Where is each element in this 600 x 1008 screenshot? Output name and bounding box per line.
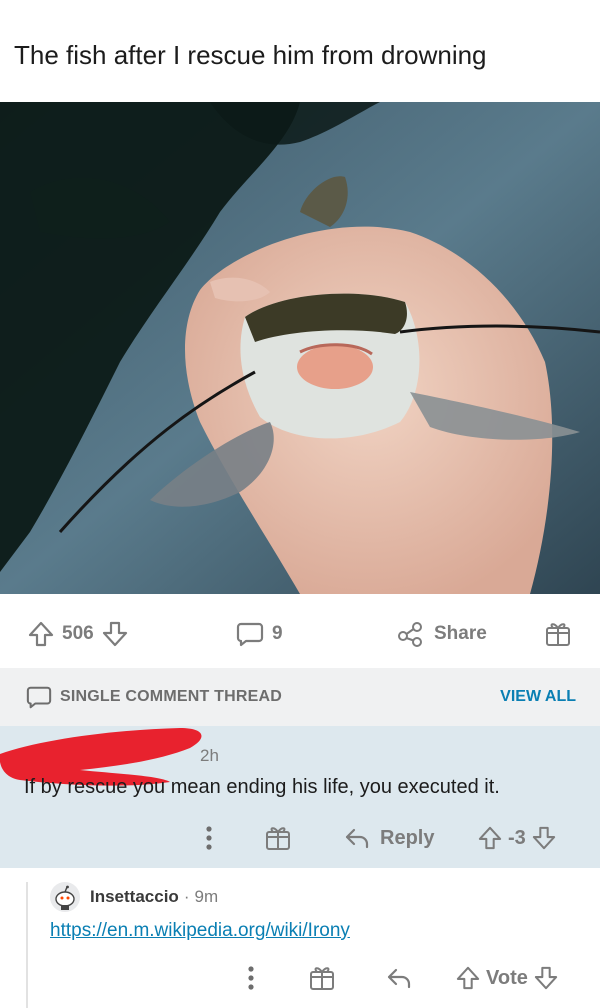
post-action-bar: 506 9 Share [0, 604, 600, 666]
reply-award-button[interactable] [308, 962, 336, 994]
comment-body: If by rescue you mean ending his life, y… [24, 776, 500, 798]
highlighted-comment: 2h If by rescue you mean ending his life… [0, 726, 600, 868]
reply-comment: Insettaccio · 9m https://en.m.wikipedia.… [0, 868, 600, 1008]
post-title: The fish after I rescue him from drownin… [14, 40, 487, 70]
share-button[interactable]: Share [396, 618, 487, 650]
award-icon [266, 827, 290, 850]
share-icon [398, 622, 422, 647]
thread-label-group: SINGLE COMMENT THREAD [26, 684, 282, 710]
share-label: Share [434, 623, 487, 644]
comments-button[interactable]: 9 [236, 618, 283, 650]
downvote-icon[interactable] [102, 620, 128, 648]
comment-vote-group: -3 [478, 822, 556, 854]
meta-separator: · [183, 887, 190, 906]
single-comment-thread-bar: SINGLE COMMENT THREAD VIEW ALL [0, 668, 600, 726]
reply-username[interactable]: Insettaccio [90, 887, 179, 907]
award-button[interactable] [544, 618, 572, 650]
reply-icon [345, 828, 369, 849]
reply-reply-button[interactable] [386, 962, 412, 994]
avatar[interactable] [50, 882, 80, 912]
reply-label: Reply [380, 826, 435, 849]
comment-icon [26, 686, 52, 709]
reply-link[interactable]: https://en.m.wikipedia.org/wiki/Irony [50, 920, 350, 942]
comment-score: -3 [508, 826, 526, 849]
comment-award-button[interactable] [264, 822, 292, 854]
post-vote-group: 506 [28, 618, 128, 650]
comment-count: 9 [272, 623, 283, 644]
comment-more-button[interactable] [202, 822, 216, 854]
reply-header: Insettaccio · 9m [50, 882, 218, 912]
comment-reply-button[interactable]: Reply [344, 822, 434, 854]
vote-label: Vote [486, 966, 528, 989]
comment-action-bar: Reply -3 [0, 822, 600, 854]
upvote-icon[interactable] [28, 620, 54, 648]
reply-vote-group: Vote [456, 962, 558, 994]
upvote-icon[interactable] [456, 965, 480, 991]
more-icon [248, 966, 254, 990]
view-all-link[interactable]: VIEW ALL [500, 688, 576, 706]
comment-time: 2h [200, 746, 219, 765]
comment-icon [236, 622, 264, 647]
award-icon [310, 967, 334, 990]
downvote-icon[interactable] [534, 965, 558, 991]
post-image[interactable] [0, 102, 600, 594]
reply-icon [387, 968, 411, 989]
downvote-icon[interactable] [532, 825, 556, 851]
reply-time: 9m [194, 887, 219, 906]
avatar-icon [55, 885, 75, 910]
upvote-icon[interactable] [478, 825, 502, 851]
thread-label: SINGLE COMMENT THREAD [60, 688, 282, 705]
post-score: 506 [62, 623, 94, 644]
more-icon [206, 826, 212, 850]
reply-more-button[interactable] [244, 962, 258, 994]
award-icon [546, 623, 570, 646]
reply-action-bar: Vote [0, 962, 600, 994]
